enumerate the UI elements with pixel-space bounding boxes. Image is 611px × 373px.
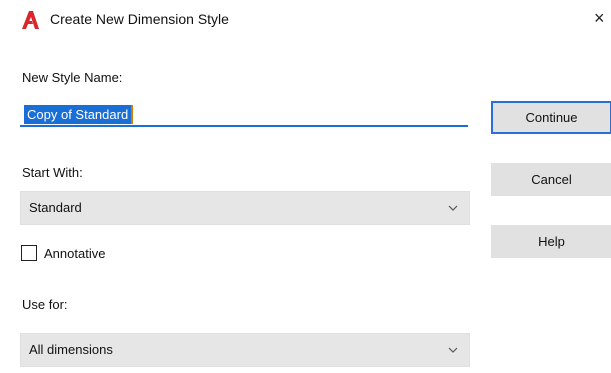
cancel-button[interactable]: Cancel bbox=[491, 163, 611, 196]
title-bar: Create New Dimension Style × bbox=[0, 0, 611, 36]
start-with-dropdown[interactable]: Standard bbox=[20, 191, 470, 225]
use-for-label: Use for: bbox=[22, 297, 68, 312]
annotative-checkbox[interactable] bbox=[21, 245, 37, 261]
new-style-name-input[interactable]: Copy of Standard bbox=[20, 103, 468, 127]
autocad-icon bbox=[20, 10, 40, 30]
annotative-label: Annotative bbox=[44, 246, 106, 261]
close-button[interactable]: × bbox=[594, 6, 611, 30]
window-title: Create New Dimension Style bbox=[50, 11, 229, 27]
create-new-dimension-style-dialog: Create New Dimension Style × New Style N… bbox=[0, 0, 611, 373]
use-for-dropdown[interactable]: All dimensions bbox=[20, 333, 470, 367]
chevron-down-icon bbox=[447, 202, 459, 214]
help-button[interactable]: Help bbox=[491, 225, 611, 258]
continue-button[interactable]: Continue bbox=[491, 101, 611, 134]
new-style-name-label: New Style Name: bbox=[22, 70, 123, 85]
chevron-down-icon bbox=[447, 344, 459, 356]
use-for-selected: All dimensions bbox=[29, 342, 113, 357]
start-with-label: Start With: bbox=[22, 165, 83, 180]
new-style-name-value: Copy of Standard bbox=[24, 105, 134, 124]
start-with-selected: Standard bbox=[29, 200, 82, 215]
